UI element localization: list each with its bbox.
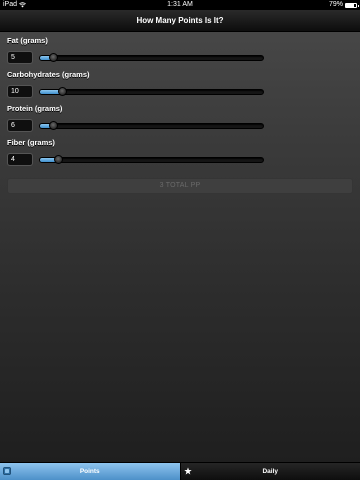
status-bar: iPad 1:31 AM 79% xyxy=(0,0,360,10)
field-fat: Fat (grams) xyxy=(7,36,353,66)
battery-percent: 79% xyxy=(328,1,343,8)
fat-label: Fat (grams) xyxy=(7,36,48,45)
protein-slider[interactable] xyxy=(39,121,264,130)
fat-input[interactable] xyxy=(7,51,33,64)
navigation-bar: How Many Points Is It? xyxy=(0,10,360,32)
tab-daily-label: Daily xyxy=(262,468,279,475)
fiber-slider[interactable] xyxy=(39,155,264,164)
page-title: How Many Points Is It? xyxy=(136,16,224,25)
status-time: 1:31 AM xyxy=(167,1,193,8)
battery-icon xyxy=(345,2,359,8)
tab-points[interactable]: Points xyxy=(0,463,181,480)
tab-points-label: Points xyxy=(79,468,100,475)
field-carbohydrates: Carbohydrates (grams) xyxy=(7,70,353,100)
fat-slider-thumb[interactable] xyxy=(49,53,59,62)
fiber-slider-thumb[interactable] xyxy=(53,155,63,164)
protein-label: Protein (grams) xyxy=(7,104,63,113)
protein-slider-thumb[interactable] xyxy=(49,121,59,130)
status-battery-group: 79% xyxy=(328,0,359,10)
total-points-button[interactable]: 3 TOTAL PP xyxy=(7,178,353,194)
carbohydrates-slider[interactable] xyxy=(39,87,264,96)
points-icon xyxy=(3,467,11,475)
field-protein: Protein (grams) xyxy=(7,104,353,134)
carbohydrates-label: Carbohydrates (grams) xyxy=(7,70,90,79)
protein-input[interactable] xyxy=(7,119,33,132)
star-icon xyxy=(183,467,192,475)
carbohydrates-input[interactable] xyxy=(7,85,33,98)
field-fiber: Fiber (grams) xyxy=(7,138,353,168)
fiber-label: Fiber (grams) xyxy=(7,138,55,147)
carbohydrates-slider-thumb[interactable] xyxy=(58,87,68,96)
fat-slider[interactable] xyxy=(39,53,264,62)
battery-level-fill xyxy=(346,3,354,7)
fiber-input[interactable] xyxy=(7,153,33,166)
tab-daily[interactable]: Daily xyxy=(180,463,360,480)
tab-bar: Points Daily xyxy=(0,462,360,480)
